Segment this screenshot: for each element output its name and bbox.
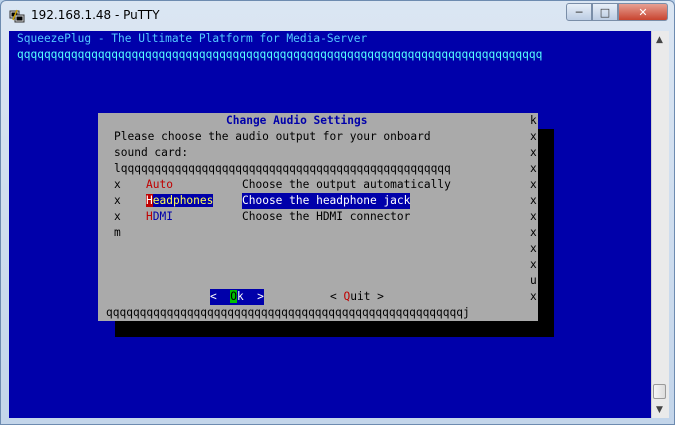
vertical-scrollbar[interactable] xyxy=(651,31,669,418)
menu-item-hotkey: H xyxy=(146,210,153,223)
menu-item-tag-rest: eadphones xyxy=(152,194,214,207)
terminal-header-rule: qqqqqqqqqqqqqqqqqqqqqqqqqqqqqqqqqqqqqqqq… xyxy=(17,48,543,61)
putty-icon xyxy=(9,9,25,23)
maximize-button[interactable]: □ xyxy=(592,3,618,21)
menu-item-hdmi-description[interactable]: Choose the HDMI connector xyxy=(242,209,410,225)
dialog-prompt-line-2: sound card: xyxy=(114,146,189,159)
menu-left-edge: x xyxy=(114,210,121,223)
putty-window: 192.168.1.48 - PuTTY ─ □ ✕ SqueezePlug -… xyxy=(0,0,675,425)
ok-button-rest: k > xyxy=(236,290,264,303)
menu-item-hotkey: H xyxy=(146,194,153,207)
title-bar[interactable]: 192.168.1.48 - PuTTY ─ □ ✕ xyxy=(1,1,674,31)
menu-item-tag-rest: uto xyxy=(152,178,173,191)
menu-item-auto[interactable]: Auto xyxy=(146,177,173,193)
dialog-right-edge: x xyxy=(530,242,537,255)
ok-button-hotkey: O xyxy=(230,290,237,303)
menu-item-hdmi[interactable]: HDMI xyxy=(146,209,173,225)
terminal-screen[interactable]: SqueezePlug - The Ultimate Platform for … xyxy=(9,31,651,418)
close-button[interactable]: ✕ xyxy=(618,3,668,21)
scroll-down-arrow-icon[interactable]: ▼ xyxy=(651,401,668,418)
terminal-header: SqueezePlug - The Ultimate Platform for … xyxy=(17,32,368,45)
menu-left-edge: x xyxy=(114,194,121,207)
quit-button-rest: uit > xyxy=(350,290,384,303)
dialog-right-edge: x xyxy=(530,130,537,143)
minimize-button[interactable]: ─ xyxy=(566,3,592,21)
menu-left-edge: x xyxy=(114,178,121,191)
quit-button[interactable]: < Quit > xyxy=(330,289,384,305)
dialog-right-edge: x xyxy=(530,194,537,207)
menu-item-headphones-description[interactable]: Choose the headphone jack xyxy=(242,193,411,209)
scroll-up-arrow-icon[interactable]: ▲ xyxy=(651,31,668,48)
dialog-right-edge: x xyxy=(530,226,537,239)
menu-top-border: lqqqqqqqqqqqqqqqqqqqqqqqqqqqqqqqqqqqqqqq… xyxy=(114,162,451,175)
dialog-bottom-border: qqqqqqqqqqqqqqqqqqqqqqqqqqqqqqqqqqqqqqqq… xyxy=(106,306,470,319)
dialog-right-edge: u xyxy=(530,274,537,287)
menu-item-tag-rest: DMI xyxy=(152,210,173,223)
menu-item-headphones[interactable]: Headphones xyxy=(146,193,214,209)
scrollbar-thumb[interactable] xyxy=(653,384,666,399)
dialog-right-edge: x xyxy=(530,210,537,223)
dialog-right-edge: x xyxy=(530,258,537,271)
window-title: 192.168.1.48 - PuTTY xyxy=(31,8,160,22)
dialog-prompt-line-1: Please choose the audio output for your … xyxy=(114,130,431,143)
dialog-right-edge: x xyxy=(530,146,537,159)
menu-item-hotkey: A xyxy=(146,178,153,191)
menu-bottom-left-corner: m xyxy=(114,226,121,239)
dialog-right-edge: x xyxy=(530,178,537,191)
dialog-title: Change Audio Settings xyxy=(226,114,368,127)
ok-button[interactable]: < Ok > xyxy=(210,289,264,305)
dialog-right-edge: x xyxy=(530,162,537,175)
dialog-right-edge: x xyxy=(530,290,537,303)
quit-button-open: < xyxy=(330,290,344,303)
ok-button-open: < xyxy=(210,290,231,303)
dialog-right-edge: k xyxy=(530,114,537,127)
audio-settings-dialog: Change Audio Settings Please choose the … xyxy=(98,113,538,321)
menu-item-auto-description[interactable]: Choose the output automatically xyxy=(242,177,451,193)
